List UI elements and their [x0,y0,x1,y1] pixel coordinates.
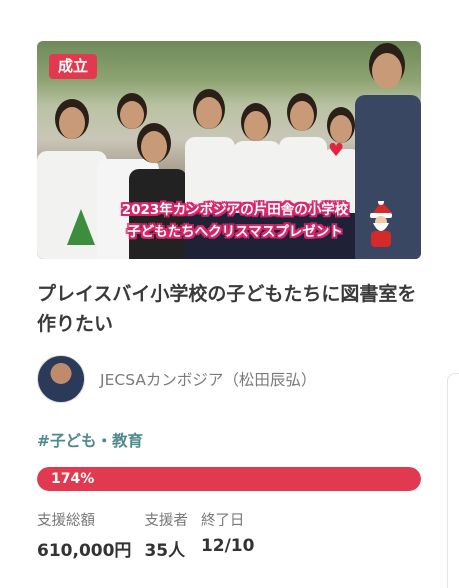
christmas-tree-icon [67,209,95,245]
funding-progress-bar: 174% [37,467,421,491]
progress-fill [37,467,421,491]
stat-value: 610,000円 [37,541,132,561]
category-tag[interactable]: #子ども・教育 [37,429,421,451]
stat-label: 支援総額 [37,513,95,529]
project-owner[interactable]: JECSAカンボジア（松田辰弘） [37,355,421,403]
stat-label: 終了日 [200,513,245,529]
stat-end-date: 終了日 12/10 [201,511,255,561]
stat-value: 12/10 [200,536,255,556]
heart-icon: ♥ [328,140,345,161]
image-caption-line1: 2023年カンボジアの片田舎の小学校 [121,202,349,218]
stat-supporters: 支援者 35人 [144,511,188,561]
stat-label: 支援者 [144,513,188,529]
image-caption: 2023年カンボジアの片田舎の小学校 子どもたちへクリスマスプレゼント [95,199,375,243]
owner-name[interactable]: JECSAカンボジア（松田辰弘） [100,368,316,390]
project-image[interactable]: ♥ 成立 2023年カンボジアの片田舎の小学校 子どもたちへクリスマスプレゼント [37,41,421,259]
progress-percent: 174% [51,471,95,487]
avatar[interactable] [37,355,85,403]
project-card[interactable]: ♥ 成立 2023年カンボジアの片田舎の小学校 子どもたちへクリスマスプレゼント… [37,41,421,561]
project-title[interactable]: プレイスバイ小学校の子どもたちに図書室を作りたい [37,279,421,339]
image-caption-line2: 子どもたちへクリスマスプレゼント [127,224,343,240]
stat-value: 35人 [144,541,186,561]
adjacent-card-edge [447,373,459,588]
project-stats: 支援総額 610,000円 支援者 35人 終了日 12/10 [37,511,421,561]
stat-total-funding: 支援総額 610,000円 [37,511,131,561]
status-badge: 成立 [49,54,98,79]
